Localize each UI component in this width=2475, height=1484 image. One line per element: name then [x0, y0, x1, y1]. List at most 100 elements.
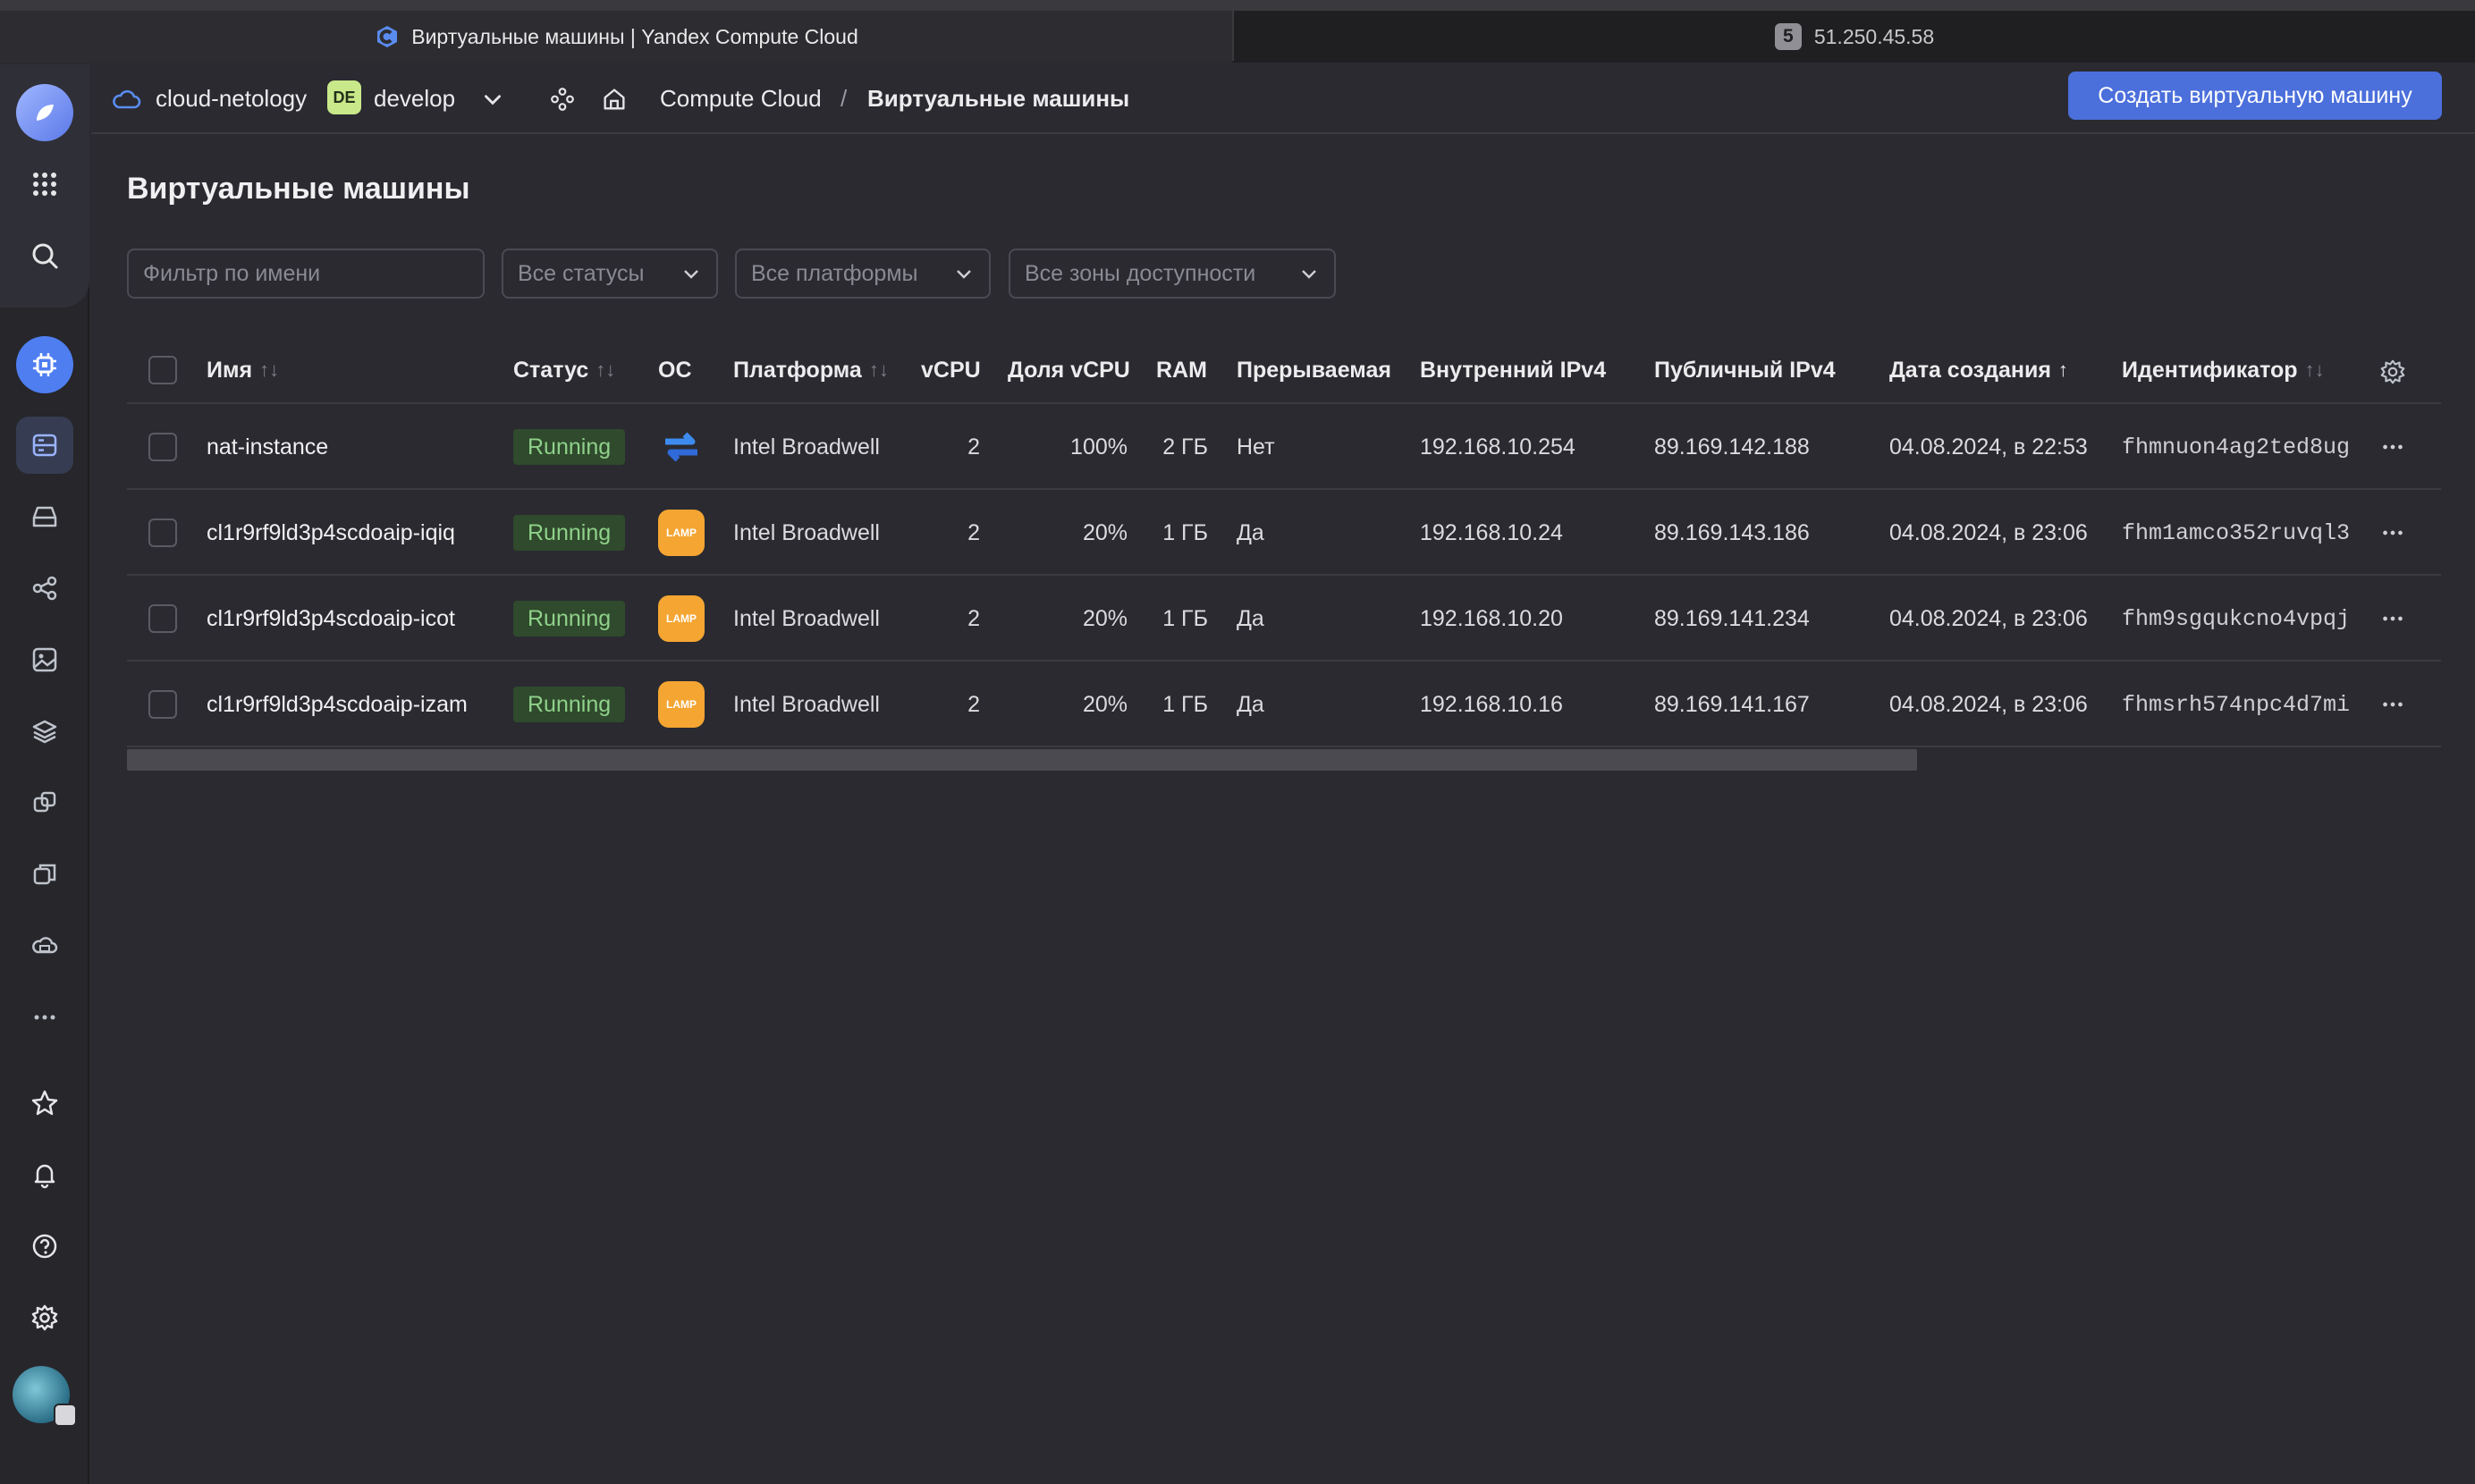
- column-label: RAM: [1156, 357, 1207, 383]
- public-ip-cell: 89.169.141.234: [1654, 605, 1810, 631]
- column-header-id[interactable]: Идентификатор ↑↓: [2122, 354, 2325, 386]
- column-label: Прерываемая: [1237, 357, 1391, 383]
- vm-name-link[interactable]: nat-instance: [207, 431, 328, 463]
- row-divider: [127, 574, 2441, 576]
- row-checkbox[interactable]: [148, 604, 177, 633]
- search-icon: [32, 243, 58, 269]
- nav-placement-groups[interactable]: [16, 560, 73, 617]
- folder-selector[interactable]: develop: [374, 82, 455, 114]
- resource-graph-icon[interactable]: [545, 82, 579, 116]
- status-badge: Running: [513, 515, 626, 551]
- cloud-stack-icon: [32, 937, 58, 954]
- row-actions-more-icon[interactable]: [2375, 687, 2411, 722]
- row-actions-more-icon[interactable]: [2375, 429, 2411, 465]
- column-header-os: ОС: [658, 354, 692, 386]
- table-settings-gear-icon[interactable]: [2375, 354, 2411, 390]
- sort-icon: ↑↓: [259, 358, 280, 381]
- row-checkbox[interactable]: [148, 519, 177, 547]
- sort-icon: ↑↓: [868, 358, 889, 381]
- vcpu-cell: 2: [967, 519, 980, 545]
- platform-cell: Intel Broadwell: [733, 434, 880, 460]
- vm-name-link[interactable]: cl1r9rf9ld3p4scdoaip-iqiq: [207, 517, 455, 549]
- column-label: ОС: [658, 357, 692, 383]
- vm-name-link[interactable]: cl1r9rf9ld3p4scdoaip-izam: [207, 688, 468, 721]
- search-button[interactable]: [16, 227, 73, 284]
- row-divider: [127, 746, 2441, 747]
- column-header-preemptible: Прерываемая: [1237, 354, 1391, 386]
- horizontal-scrollbar[interactable]: [127, 749, 1917, 771]
- grid-icon: [33, 173, 56, 196]
- column-header-name[interactable]: Имя ↑↓: [207, 354, 279, 386]
- tab-number-badge: 5: [1774, 23, 1802, 50]
- internal-ip-cell: 192.168.10.16: [1420, 691, 1563, 717]
- chevron-down-icon[interactable]: [476, 82, 510, 116]
- nat-instance-os-icon: [658, 424, 705, 470]
- favorites-button[interactable]: [16, 1075, 73, 1132]
- status-select-value: Все статусы: [518, 260, 645, 286]
- star-icon: [31, 1090, 58, 1116]
- column-label: Внутренний IPv4: [1420, 357, 1607, 383]
- nav-more-button[interactable]: [16, 989, 73, 1046]
- server-icon: [32, 434, 57, 457]
- select-all-checkbox[interactable]: [148, 356, 177, 384]
- browser-tab-inactive[interactable]: 5 51.250.45.58: [1234, 11, 2475, 63]
- column-header-platform[interactable]: Платформа ↑↓: [733, 354, 889, 386]
- row-checkbox[interactable]: [148, 690, 177, 719]
- create-vm-button[interactable]: Создать виртуальную машину: [2068, 72, 2442, 120]
- nav-images[interactable]: [16, 631, 73, 688]
- left-nav-rail: ▶: [0, 64, 89, 1484]
- zone-select[interactable]: Все зоны доступности: [1009, 249, 1336, 299]
- column-header-internal-ip: Внутренний IPv4: [1420, 354, 1606, 386]
- cloud-selector[interactable]: cloud-netology: [156, 82, 307, 114]
- nav-disks[interactable]: [16, 488, 73, 545]
- sort-icon: ↑↓: [2304, 358, 2325, 381]
- table-header-divider: [127, 402, 2441, 404]
- browser-tab-active[interactable]: Виртуальные машины | Yandex Compute Clou…: [0, 11, 1232, 63]
- yandex-cloud-logo-button[interactable]: [16, 84, 73, 141]
- vcpu-cell: 2: [967, 434, 980, 460]
- gear-icon: [31, 1304, 58, 1331]
- row-divider: [127, 660, 2441, 662]
- breadcrumb-current: Виртуальные машины: [867, 85, 1130, 112]
- column-label: Доля vCPU: [1008, 357, 1130, 383]
- column-header-created[interactable]: Дата создания ↑: [1889, 354, 2068, 386]
- row-checkbox[interactable]: [148, 433, 177, 461]
- platform-cell: Intel Broadwell: [733, 691, 880, 717]
- compute-service-button[interactable]: [16, 336, 73, 393]
- ram-cell: 1 ГБ: [1162, 605, 1208, 631]
- status-select[interactable]: Все статусы: [502, 249, 718, 299]
- vm-id-cell: fhm1amco352ruvql3: [2122, 519, 2351, 546]
- share-nodes-icon: [32, 576, 57, 601]
- help-button[interactable]: [16, 1218, 73, 1275]
- all-services-button[interactable]: [16, 156, 73, 213]
- lamp-os-icon: LAMP: [658, 595, 705, 642]
- cloud-logo-icon: [16, 84, 73, 141]
- nav-dedicated-hosts[interactable]: [16, 846, 73, 903]
- name-filter-input[interactable]: Фильтр по имени: [127, 249, 485, 299]
- notifications-button[interactable]: [16, 1146, 73, 1203]
- vcpu-share-cell: 20%: [1082, 605, 1128, 631]
- zone-select-value: Все зоны доступности: [1025, 260, 1256, 286]
- preemptible-cell: Да: [1237, 605, 1264, 631]
- ram-cell: 1 ГБ: [1162, 691, 1208, 717]
- column-header-status[interactable]: Статус ↑↓: [513, 354, 615, 386]
- column-header-vcpu-share: Доля vCPU: [1008, 354, 1130, 386]
- platform-select[interactable]: Все платформы: [735, 249, 991, 299]
- nav-instance-groups[interactable]: [16, 774, 73, 831]
- bell-icon: [34, 1164, 55, 1189]
- nav-virtual-machines[interactable]: [16, 417, 73, 474]
- status-badge: Running: [513, 429, 626, 465]
- vm-name-link[interactable]: cl1r9rf9ld3p4scdoaip-icot: [207, 603, 455, 635]
- nav-snapshots[interactable]: [16, 703, 73, 760]
- home-icon[interactable]: [597, 82, 631, 116]
- nav-gpu-clusters[interactable]: [16, 917, 73, 974]
- row-actions-more-icon[interactable]: [2375, 601, 2411, 637]
- breadcrumb-compute-cloud[interactable]: Compute Cloud: [660, 82, 822, 114]
- vcpu-cell: 2: [967, 605, 980, 631]
- row-actions-more-icon[interactable]: [2375, 515, 2411, 551]
- user-avatar[interactable]: [13, 1366, 77, 1427]
- settings-button[interactable]: [16, 1289, 73, 1346]
- column-header-public-ip: Публичный IPv4: [1654, 354, 1836, 386]
- column-label: Идентификатор: [2122, 357, 2298, 383]
- copy-icon: [33, 864, 56, 885]
